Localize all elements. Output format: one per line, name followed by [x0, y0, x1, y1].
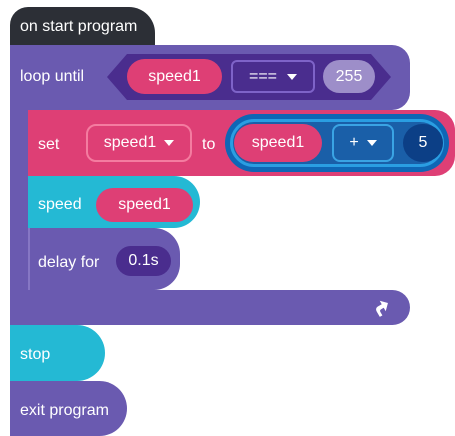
caret-down-icon	[366, 140, 377, 146]
set-label: set	[38, 136, 60, 153]
condition-operator-label: ===	[248, 67, 278, 85]
loop-block-footer	[10, 290, 410, 325]
on-start-label: on start program	[20, 18, 138, 35]
delay-label: delay for	[38, 254, 100, 271]
repeat-arrow-icon	[370, 296, 392, 318]
caret-down-icon	[164, 140, 175, 146]
expression-value[interactable]: 5	[403, 124, 443, 162]
caret-down-icon	[287, 73, 298, 80]
expression-variable[interactable]: speed1	[234, 124, 322, 162]
set-variable-name: speed1	[103, 134, 157, 151]
expression-operator-label: +	[349, 134, 359, 151]
expression-operator-dropdown[interactable]: +	[332, 124, 394, 162]
condition-operator-dropdown[interactable]: ===	[231, 60, 315, 93]
condition-variable[interactable]: speed1	[127, 59, 222, 94]
exit-program-label: exit program	[20, 402, 109, 419]
speed-variable[interactable]: speed1	[96, 188, 193, 222]
stop-label: stop	[20, 346, 51, 363]
condition-value[interactable]: 255	[323, 60, 375, 93]
set-variable-dropdown[interactable]: speed1	[86, 124, 192, 162]
loop-until-label: loop until	[20, 68, 85, 85]
delay-value[interactable]: 0.1s	[116, 246, 171, 276]
to-label: to	[202, 136, 216, 153]
speed-label: speed	[38, 196, 82, 213]
